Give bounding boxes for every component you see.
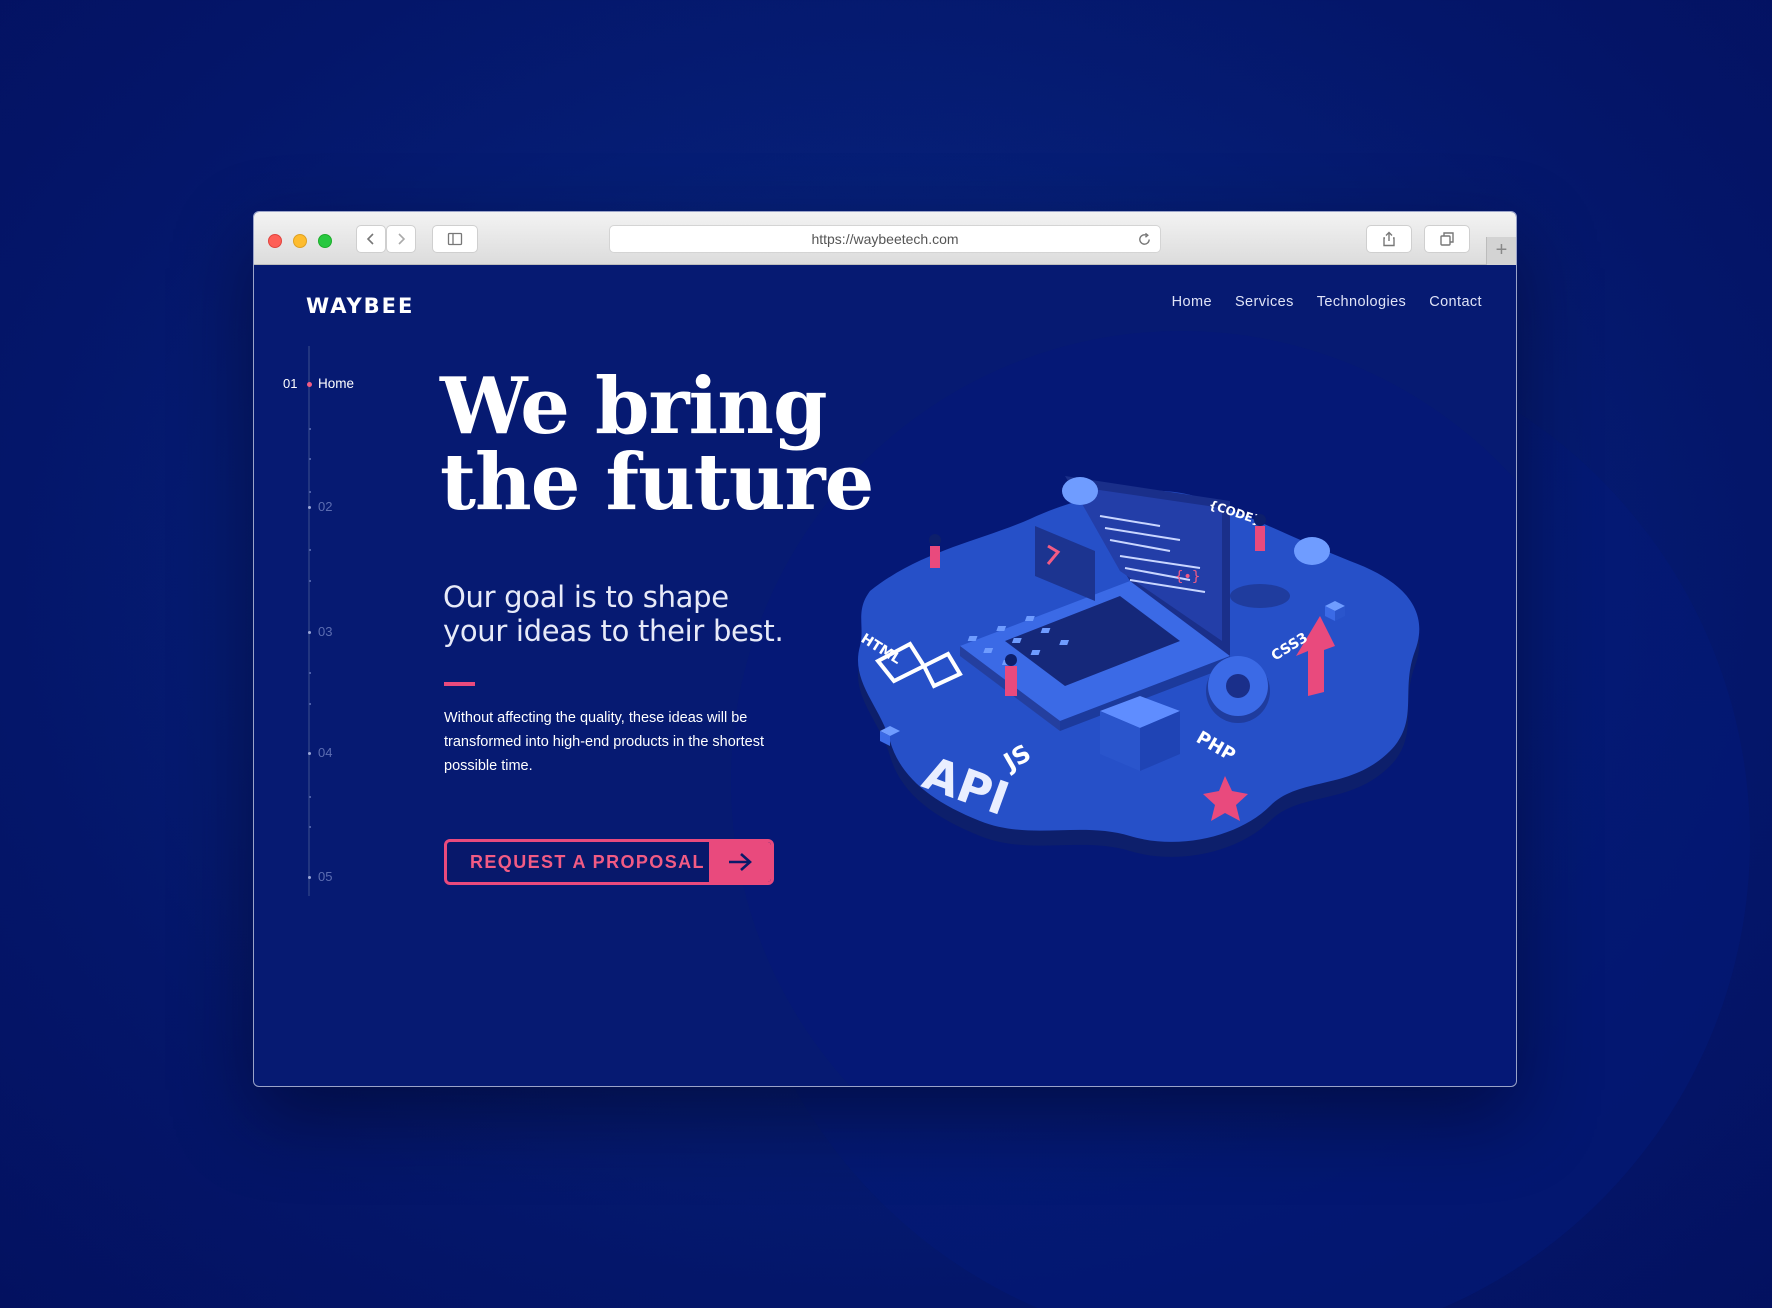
step-03-dot <box>308 631 311 634</box>
sidebar-toggle-button[interactable] <box>432 225 478 253</box>
accent-divider <box>444 682 475 686</box>
rail-tick <box>309 428 311 430</box>
step-02-dot <box>308 506 311 509</box>
step-04-dot <box>308 752 311 755</box>
share-button[interactable] <box>1366 225 1412 253</box>
step-01-active-dot <box>307 382 312 387</box>
nav-contact[interactable]: Contact <box>1429 294 1482 310</box>
reload-icon[interactable] <box>1137 232 1152 247</box>
step-03-number[interactable]: 03 <box>318 624 332 639</box>
arrow-right-icon <box>709 842 771 882</box>
website-page: WAYBEE Home Services Technologies Contac… <box>254 266 1516 1086</box>
rail-tick <box>309 491 311 493</box>
forward-button[interactable] <box>386 225 416 253</box>
rail-tick <box>309 672 311 674</box>
step-05-number[interactable]: 05 <box>318 869 332 884</box>
step-01-label[interactable]: Home <box>318 376 354 391</box>
hero-description: Without affecting the quality, these ide… <box>444 710 764 774</box>
svg-text:{•}: {•} <box>1175 569 1200 585</box>
hero-tagline: Our goal is to shape your ideas to their… <box>443 580 784 648</box>
isometric-tech-illustration: {•} HTML {CODE} CSS3 API JS PHP <box>858 476 1420 857</box>
tabs-icon <box>1440 232 1454 246</box>
hero-headline: We bring the future <box>440 361 874 528</box>
request-proposal-button[interactable]: REQUEST A PROPOSAL <box>444 839 774 885</box>
step-02-number[interactable]: 02 <box>318 499 332 514</box>
browser-window: https://waybeetech.com + WAYBEE Home Ser… <box>253 211 1517 1087</box>
back-button[interactable] <box>356 225 386 253</box>
rail-tick <box>309 458 311 460</box>
chevron-right-icon <box>398 233 406 245</box>
new-tab-button[interactable]: + <box>1486 237 1516 265</box>
close-window-button[interactable] <box>268 234 282 248</box>
address-bar[interactable]: https://waybeetech.com <box>609 225 1161 253</box>
browser-toolbar: https://waybeetech.com + <box>254 212 1516 265</box>
nav-home[interactable]: Home <box>1172 294 1212 310</box>
step-04-number[interactable]: 04 <box>318 745 332 760</box>
nav-technologies[interactable]: Technologies <box>1317 294 1406 310</box>
step-01-number[interactable]: 01 <box>283 376 297 391</box>
waybee-logo[interactable]: WAYBEE <box>306 294 414 318</box>
share-icon <box>1383 231 1395 247</box>
rail-tick <box>309 580 311 582</box>
maximize-window-button[interactable] <box>318 234 332 248</box>
url-text: https://waybeetech.com <box>811 231 959 247</box>
main-nav: Home Services Technologies Contact <box>1172 294 1482 310</box>
nav-services[interactable]: Services <box>1235 294 1294 310</box>
tabs-overview-button[interactable] <box>1424 225 1470 253</box>
chevron-left-icon <box>366 233 374 245</box>
request-proposal-label: REQUEST A PROPOSAL <box>470 851 705 872</box>
rail-tick <box>309 826 311 828</box>
rail-tick <box>309 549 311 551</box>
minimize-window-button[interactable] <box>293 234 307 248</box>
sidebar-icon <box>447 232 463 246</box>
headline-line-1: We bring <box>440 361 828 452</box>
step-05-dot <box>308 876 311 879</box>
tagline-line-2: your ideas to their best. <box>443 614 784 648</box>
headline-line-2: the future <box>440 437 874 528</box>
tagline-line-1: Our goal is to shape <box>443 580 729 614</box>
rail-tick <box>309 703 311 705</box>
rail-tick <box>309 796 311 798</box>
